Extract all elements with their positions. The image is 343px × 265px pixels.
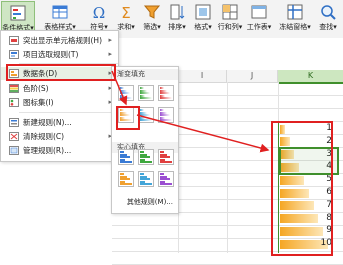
dropdown-caret: ▾ [131,23,135,31]
find-icon [321,5,336,20]
column-header-label: I [200,71,204,80]
format-button[interactable]: 格式▾ [192,1,214,37]
svg-text:Σ: Σ [121,4,130,21]
data-bar-style-swatch[interactable] [138,85,154,101]
find-button[interactable]: 查找▾ [315,1,341,37]
color-scales-icon [9,84,19,93]
menu-item-top-bottom-rules[interactable]: 项目选取规则(T) ▸ [1,48,118,61]
worksheet-button[interactable]: 工作表▾ [246,1,272,37]
manage-rules-icon [9,146,19,155]
swatch-bar [140,119,152,122]
data-bar-style-swatch[interactable] [158,85,174,101]
filter-button[interactable]: 筛选▾ [141,1,163,37]
dropdown-caret: ▾ [238,23,243,31]
format-icon [195,4,211,20]
menu-item-label: 项目选取规则(T) [23,50,79,59]
new-rule-icon [9,118,19,127]
filter-label: 筛选 [143,23,158,31]
dropdown-caret: ▾ [333,23,337,31]
swatch-bar [120,161,132,164]
menu-item-manage-rules[interactable]: 管理规则(R)... [1,144,118,157]
swatch-bar [120,183,132,186]
highlight-box-data-bars-item [6,64,116,81]
icon-sets-icon [9,98,19,107]
dropdown-caret: ▾ [208,23,212,31]
swatch-bar [160,97,172,100]
submenu-arrow-icon: ▸ [108,36,112,44]
menu-item-new-rule[interactable]: 新建规则(N)... [1,116,118,129]
conditional-format-icon [10,5,26,21]
conditional-format-menu: 突出显示单元格规则(H) ▸ 项目选取规则(T) ▸ 数据条(D) ▸ 色阶(S… [0,30,119,162]
freeze-panes-icon [287,4,303,20]
column-header-i[interactable]: I [178,70,227,83]
sort-button[interactable]: 排序▾ [166,1,188,37]
gradient-fill-title: 渐变填充 [112,69,178,80]
dropdown-caret: ▾ [267,23,272,31]
svg-text:Ω: Ω [93,4,105,21]
rows-columns-label: 行和列 [217,23,239,31]
swatch-bar [140,183,152,186]
data-bar-style-swatch[interactable] [138,171,154,187]
sum-label: 求和 [117,23,132,31]
swatch-bar [160,161,172,164]
menu-divider [19,112,118,113]
column-header-label: K [307,71,314,80]
sigma-icon: Σ [121,4,130,21]
menu-item-label: 图标集(I) [23,98,54,107]
rows-columns-button[interactable]: 行和列▾ [217,1,243,37]
menu-item-color-scales[interactable]: 色阶(S) ▸ [1,82,118,95]
column-header-j[interactable]: J [227,70,278,83]
data-bar-style-swatch[interactable] [118,149,134,165]
freeze-panes-button[interactable]: 冻结窗格▾ [278,1,312,37]
menu-item-label: 清除规则(C) [23,132,65,141]
submenu-arrow-icon: ▸ [108,50,112,58]
highlight-box-selected-swatch [116,106,140,130]
menu-item-highlight-rules[interactable]: 突出显示单元格规则(H) ▸ [1,34,118,47]
data-bar-style-swatch[interactable] [138,107,154,123]
swatch-bar [140,161,152,164]
menu-item-clear-rules[interactable]: 清除规则(C) ▸ [1,130,118,143]
freeze-panes-label: 冻结窗格 [279,23,308,31]
omega-icon: Ω [93,4,105,21]
data-bar-style-swatch[interactable] [158,149,174,165]
highlight-box-result-column [271,121,333,256]
column-header-label: J [250,71,254,80]
swatch-bar [160,183,172,186]
top-bottom-rules-icon [9,50,19,59]
find-label: 查找 [319,23,334,31]
data-bar-style-swatch[interactable] [158,171,174,187]
data-bar-style-swatch[interactable] [158,107,174,123]
swatch-bar [160,119,172,122]
data-bar-style-swatch[interactable] [138,149,154,165]
menu-item-label: 突出显示单元格规则(H) [23,36,102,45]
menu-item-label: 管理规则(R)... [23,146,72,155]
column-header-k[interactable]: K [278,70,343,84]
table-style-icon [52,5,68,19]
format-label: 格式 [194,23,209,31]
dropdown-caret: ▾ [157,23,161,31]
highlight-rules-icon [9,36,19,45]
menu-item-label: 新建规则(N)... [23,118,72,127]
data-bars-submenu: 渐变填充 实心填充 其他规则(M)... [111,66,179,214]
menu-item-icon-sets[interactable]: 图标集(I) ▸ [1,96,118,109]
sort-label: 排序 [168,23,183,31]
dropdown-caret: ▾ [307,23,311,31]
filter-icon [143,5,161,19]
data-bar-style-swatch[interactable] [118,85,134,101]
swatch-bar [120,97,132,100]
dropdown-caret: ▾ [182,23,186,31]
column-gridline [227,82,228,253]
clear-rules-icon [9,132,19,141]
swatch-bar [140,97,152,100]
data-bar-style-swatch[interactable] [118,171,134,187]
sort-icon [170,4,185,20]
worksheet-label: 工作表 [246,23,268,31]
more-rules-label: 其他规则(M)... [126,198,173,206]
worksheet-icon [251,5,267,19]
menu-item-label: 色阶(S) [23,84,49,93]
more-rules-item[interactable]: 其他规则(M)... [112,196,178,208]
rows-columns-icon [222,4,238,20]
